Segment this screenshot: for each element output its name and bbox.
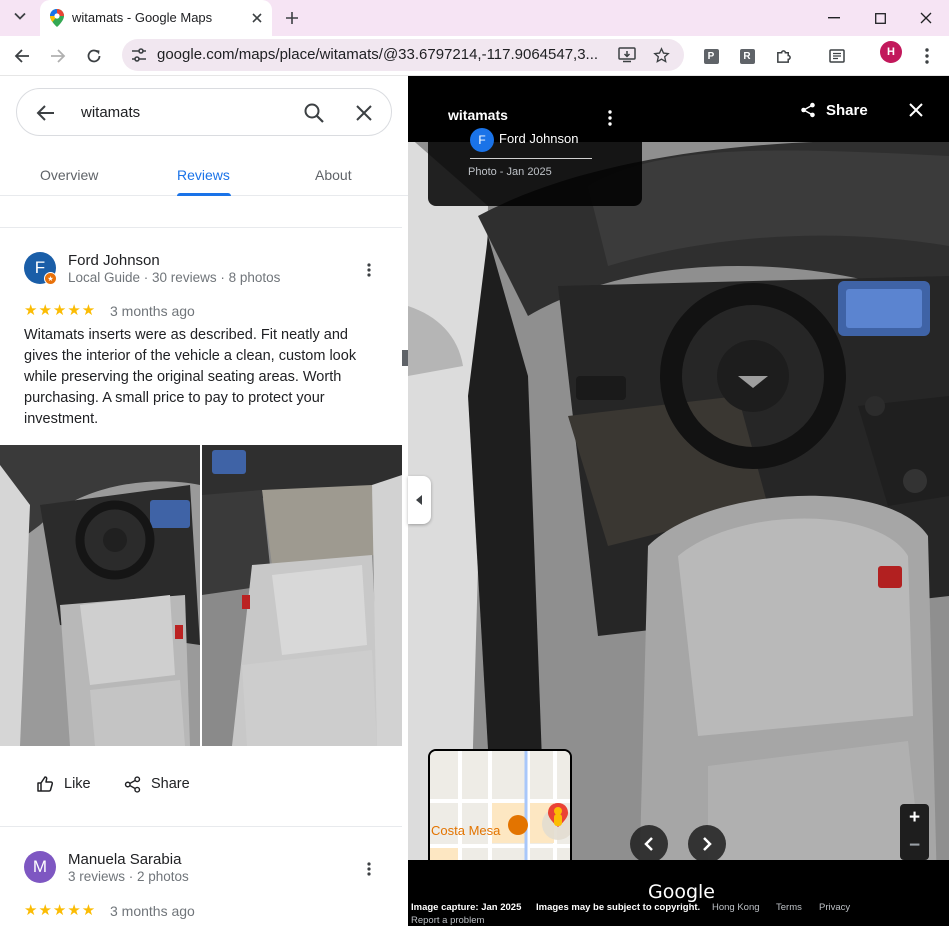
browser-menu-icon[interactable] [916,45,938,67]
search-input[interactable]: witamats [81,104,140,121]
tab-reviews[interactable]: Reviews [177,167,230,183]
zoom-out-label: − [908,835,921,856]
url-text: google.com/maps/place/witamats/@33.67972… [157,46,599,63]
reviewer-name[interactable]: Ford Johnson [68,252,160,269]
clear-search-icon[interactable] [353,102,375,124]
reviewer-name[interactable]: Manuela Sarabia [68,851,181,868]
collapse-panel-button[interactable] [408,476,431,524]
zoom-in-label: + [908,807,921,828]
reviewer-meta: 3 reviews · 2 photos [68,869,189,884]
divider [0,227,402,228]
viewer-share-label: Share [826,101,868,119]
previous-photo-icon[interactable] [630,825,668,863]
like-label: Like [64,776,91,792]
review-more-icon[interactable] [360,261,378,279]
reviewer-initial: M [32,857,48,876]
report-problem-link[interactable]: Report a problem [411,915,484,926]
tab-title: witamats - Google Maps [72,10,213,25]
region-link[interactable]: Hong Kong [712,902,760,913]
review-photo[interactable] [0,445,200,746]
photo-author-avatar[interactable]: F [470,128,494,152]
next-photo-icon[interactable] [688,825,726,863]
privacy-link[interactable]: Privacy [819,902,850,913]
tab-search-icon[interactable] [8,4,32,28]
like-button[interactable]: Like [36,772,91,796]
search-icon[interactable] [303,102,325,124]
extension-r-label: R [739,48,755,64]
copyright-notice: Images may be subject to copyright. [536,902,701,913]
reviewer-avatar[interactable]: F ★ [24,252,57,285]
photo-author-name[interactable]: Ford Johnson [499,131,579,146]
zoom-control: + − [900,804,929,860]
divider [0,826,402,827]
viewer-more-icon[interactable] [602,108,618,128]
reviewer-avatar[interactable]: M [24,851,56,883]
viewer-share-button[interactable]: Share [800,100,868,120]
new-tab-icon[interactable] [282,8,302,28]
extension-p-label: P [703,48,719,64]
viewer-title: witamats [448,107,508,123]
install-app-icon[interactable] [618,46,636,64]
viewer-footer: Google Image capture: Jan 2025 Images ma… [408,860,949,926]
review-date: 3 months ago [110,903,195,919]
zoom-out-button[interactable]: − [900,832,929,860]
back-arrow-icon[interactable] [8,42,36,70]
place-tabs: Overview Reviews About [0,156,408,196]
photo-date: Photo - Jan 2025 [468,166,552,178]
active-tab-indicator [177,193,231,196]
review-photo[interactable] [202,445,402,746]
photo-viewer: witamats F Ford Johnson Photo - Jan 2025… [408,76,949,926]
terms-link[interactable]: Terms [776,902,802,913]
info-divider [470,158,592,159]
star-rating: ★★★★★ [24,902,97,919]
browser-toolbar: google.com/maps/place/witamats/@33.67972… [0,36,949,76]
extensions-puzzle-icon[interactable] [772,45,794,67]
reviewer-meta: Local Guide · 30 reviews · 8 photos [68,270,281,285]
extension-r-icon[interactable]: R [736,45,758,67]
site-settings-icon[interactable] [130,46,148,64]
collapse-arrow-icon [416,495,422,505]
browser-tab[interactable]: witamats - Google Maps [40,0,272,36]
tab-overview[interactable]: Overview [40,167,98,183]
star-rating: ★★★★★ [24,302,97,319]
forward-arrow-icon[interactable] [44,42,72,70]
maximize-icon[interactable] [870,8,890,28]
reload-icon[interactable] [80,42,108,70]
review-date: 3 months ago [110,303,195,319]
maps-search-box[interactable]: witamats [16,88,392,136]
maps-pin-icon [50,9,64,27]
zoom-in-button[interactable]: + [900,804,929,832]
local-guide-badge-icon: ★ [44,272,57,285]
reading-list-icon[interactable] [826,45,848,67]
browser-tab-bar: witamats - Google Maps [0,0,949,36]
minimize-icon[interactable] [824,8,844,28]
address-bar[interactable]: google.com/maps/place/witamats/@33.67972… [122,39,684,71]
review-more-icon[interactable] [360,860,378,878]
tab-close-icon[interactable] [248,9,266,27]
window-close-icon[interactable] [916,8,936,28]
share-label: Share [151,776,190,792]
search-back-icon[interactable] [35,102,57,124]
profile-avatar[interactable]: H [880,41,902,63]
image-capture-date: Image capture: Jan 2025 [411,902,522,913]
google-logo: Google [648,881,716,903]
bookmark-star-icon[interactable] [652,46,670,64]
map-place-label: Costa Mesa [431,823,501,838]
tab-about[interactable]: About [315,167,352,183]
review-text: Witamats inserts were as described. Fit … [24,327,357,427]
share-review-button[interactable]: Share [124,772,190,796]
extension-p-icon[interactable]: P [700,45,722,67]
viewer-close-icon[interactable] [906,100,926,120]
place-panel: witamats Overview Reviews About F ★ Ford… [0,76,408,926]
